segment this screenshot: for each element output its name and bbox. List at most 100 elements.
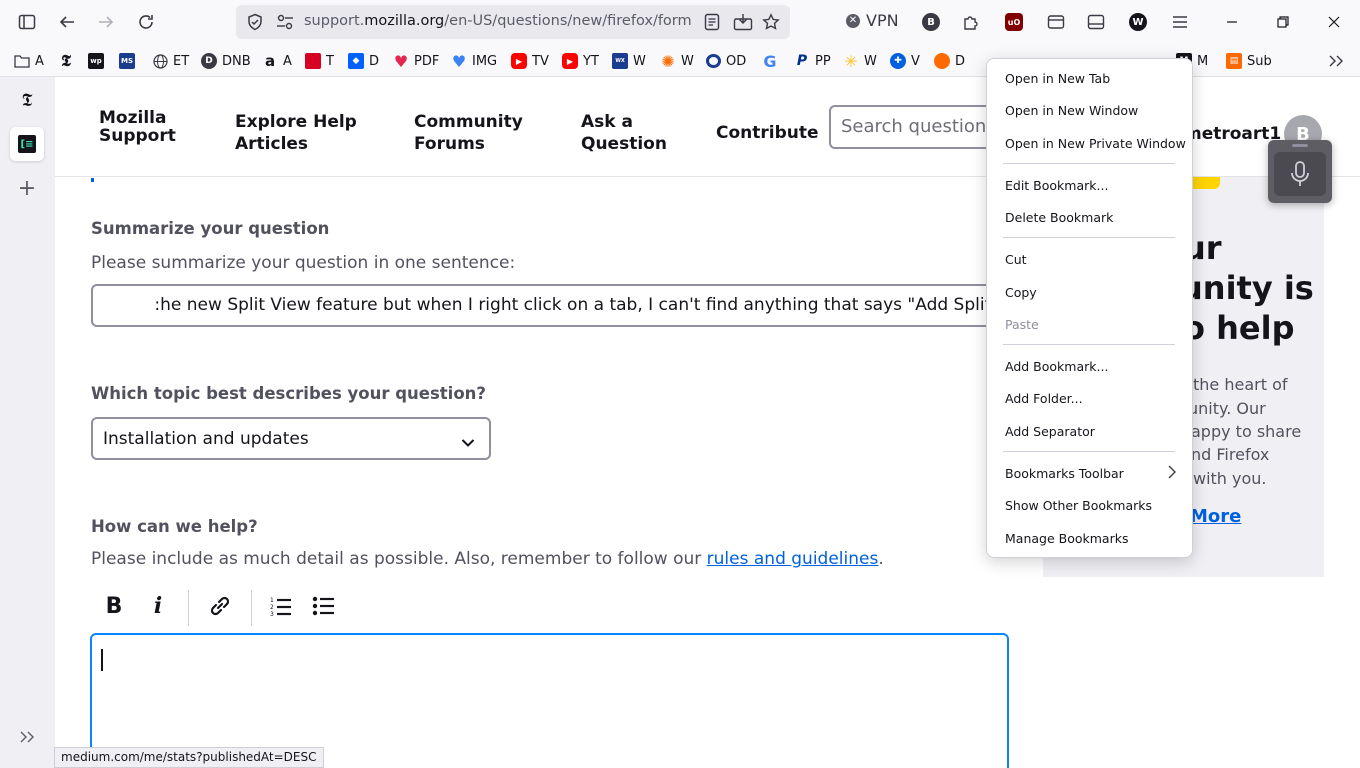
ms-icon: MS <box>119 53 135 69</box>
tracking-shield-icon[interactable] <box>246 13 264 35</box>
summary-help: Please summarize your question in one se… <box>91 253 516 273</box>
pocket-icon[interactable] <box>1046 12 1066 32</box>
menu-add-bookmark[interactable]: Add Bookmark... <box>1005 359 1108 374</box>
img-icon: ♥ <box>451 51 467 71</box>
menu-separator <box>1003 451 1175 452</box>
walmart-icon: ✳ <box>844 51 858 71</box>
mozilla-support-logo[interactable]: Mozilla Support <box>99 109 189 145</box>
menu-hamburger-icon[interactable] <box>1170 12 1190 32</box>
globe-icon <box>152 53 168 69</box>
summary-heading: Summarize your question <box>91 219 330 238</box>
topic-select[interactable]: Installation and updates <box>91 417 491 460</box>
bookmarks-overflow-icon[interactable] <box>1328 51 1344 71</box>
nav-ask-question[interactable]: Ask a Question <box>581 111 671 155</box>
bookmark-item[interactable]: ET <box>152 51 189 71</box>
url-bar[interactable]: support.mozilla.org/en-US/questions/new/… <box>236 5 790 39</box>
new-tab-plus-icon[interactable]: + <box>10 171 44 205</box>
site-permissions-icon[interactable] <box>276 14 294 34</box>
back-icon[interactable] <box>49 6 85 38</box>
bookmark-item[interactable]: ✳ W <box>843 51 877 71</box>
help-text: Please include as much detail as possibl… <box>91 549 884 569</box>
nav-contribute[interactable]: Contribute <box>716 122 819 144</box>
nyt-tab-icon[interactable]: 𝕿 <box>10 83 44 117</box>
bookmark-item[interactable]: D <box>934 51 965 71</box>
summary-input[interactable]: :he new Split View feature but when I ri… <box>91 284 1031 327</box>
bullet-list-icon[interactable] <box>308 592 340 620</box>
rules-link[interactable]: rules and guidelines <box>707 549 879 569</box>
v-icon: ✚ <box>890 53 906 69</box>
sidebar-toggle-icon[interactable] <box>9 6 45 38</box>
extensions-puzzle-icon[interactable] <box>961 12 981 32</box>
bookmark-star-icon[interactable] <box>762 13 780 35</box>
promo-heading-line: unity is <box>1180 269 1314 307</box>
vpn-button[interactable]: ✕ VPN <box>846 11 899 30</box>
bookmark-item[interactable]: P PP <box>794 51 831 71</box>
bookmark-item[interactable]: WX W <box>612 51 646 71</box>
w-extension-icon[interactable]: W <box>1128 12 1148 32</box>
bookmark-context-menu: Open in New Tab Open in New Window Open … <box>986 58 1193 558</box>
link-icon[interactable] <box>204 592 236 620</box>
menu-open-private-window[interactable]: Open in New Private Window <box>1005 136 1186 151</box>
vpn-off-icon: ✕ <box>846 13 860 28</box>
microphone-indicator[interactable] <box>1268 140 1332 203</box>
bookmark-item[interactable]: ▤ Sub <box>1226 51 1272 71</box>
menu-add-folder[interactable]: Add Folder... <box>1005 391 1083 406</box>
menu-delete-bookmark[interactable]: Delete Bookmark <box>1005 210 1113 225</box>
forward-icon[interactable] <box>88 6 124 38</box>
expand-sidebar-icon[interactable] <box>10 720 44 754</box>
microphone-icon <box>1274 152 1326 196</box>
bookmark-item[interactable]: 𝕿 <box>58 51 74 71</box>
url-text[interactable]: support.mozilla.org/en-US/questions/new/… <box>304 13 692 29</box>
google-icon: G <box>763 51 777 71</box>
sidebar-panel-icon[interactable] <box>1086 12 1106 32</box>
terminal-tab-icon[interactable]: [≡ <box>10 127 44 161</box>
menu-paste: Paste <box>1005 317 1039 332</box>
bookmark-item[interactable]: G <box>762 51 778 71</box>
menu-manage-bookmarks[interactable]: Manage Bookmarks <box>1005 531 1128 546</box>
bookmark-item[interactable]: ✺ W <box>660 51 694 71</box>
nav-explore-help[interactable]: Explore Help Articles <box>235 111 365 155</box>
ublock-origin-icon[interactable]: uO <box>1004 12 1024 32</box>
bookmark-item[interactable]: ▶ TV <box>511 51 549 71</box>
bookmark-item[interactable]: aA <box>262 51 292 71</box>
bookmark-item[interactable]: wp <box>88 51 104 71</box>
bookmark-item[interactable]: MS <box>119 51 135 71</box>
d-icon <box>934 53 950 69</box>
italic-icon[interactable]: i <box>142 592 174 620</box>
menu-copy[interactable]: Copy <box>1005 285 1037 300</box>
promo-body-line: unity. Our <box>1188 399 1266 418</box>
bookmark-item[interactable]: ▶ YT <box>562 51 599 71</box>
close-window-icon[interactable] <box>1322 10 1346 34</box>
menu-show-other-bookmarks[interactable]: Show Other Bookmarks <box>1005 498 1152 513</box>
menu-bookmarks-toolbar[interactable]: Bookmarks Toolbar <box>1005 466 1124 481</box>
bookmark-item[interactable]: T <box>305 51 334 71</box>
menu-add-separator[interactable]: Add Separator <box>1005 424 1095 439</box>
bookmark-item[interactable]: ◆ D <box>348 51 379 71</box>
bookmark-item[interactable]: ✚ V <box>890 51 920 71</box>
youtube-icon: ▶ <box>511 53 527 69</box>
bookmark-item[interactable]: ♥ IMG <box>451 51 497 71</box>
promo-learn-more-link[interactable]: More <box>1190 506 1241 527</box>
paypal-icon: P <box>796 53 808 69</box>
save-page-icon[interactable] <box>733 13 753 35</box>
bookmark-item[interactable]: ♥ PDF <box>393 51 440 71</box>
reader-view-icon[interactable] <box>704 13 720 35</box>
restore-icon[interactable] <box>1271 10 1295 34</box>
menu-open-new-window[interactable]: Open in New Window <box>1005 103 1138 118</box>
menu-open-new-tab[interactable]: Open in New Tab <box>1005 71 1110 86</box>
bookmark-item[interactable]: OD <box>706 51 746 71</box>
wapo-icon: wp <box>88 53 104 69</box>
reload-icon[interactable] <box>128 6 164 38</box>
username[interactable]: metroart1 <box>1184 124 1281 144</box>
bookmark-item[interactable]: A <box>14 51 44 71</box>
menu-edit-bookmark[interactable]: Edit Bookmark... <box>1005 178 1108 193</box>
menu-cut[interactable]: Cut <box>1005 252 1027 267</box>
numbered-list-icon[interactable]: 123 <box>265 592 297 620</box>
bold-icon[interactable]: B <box>98 592 130 620</box>
b-extension-icon[interactable]: B <box>921 12 941 32</box>
bookmark-item[interactable]: D DNB <box>201 51 251 71</box>
weather-icon: WX <box>612 53 628 69</box>
nav-community-forums[interactable]: Community Forums <box>414 111 534 155</box>
minimize-icon[interactable] <box>1220 10 1244 34</box>
text-caret <box>101 649 103 671</box>
